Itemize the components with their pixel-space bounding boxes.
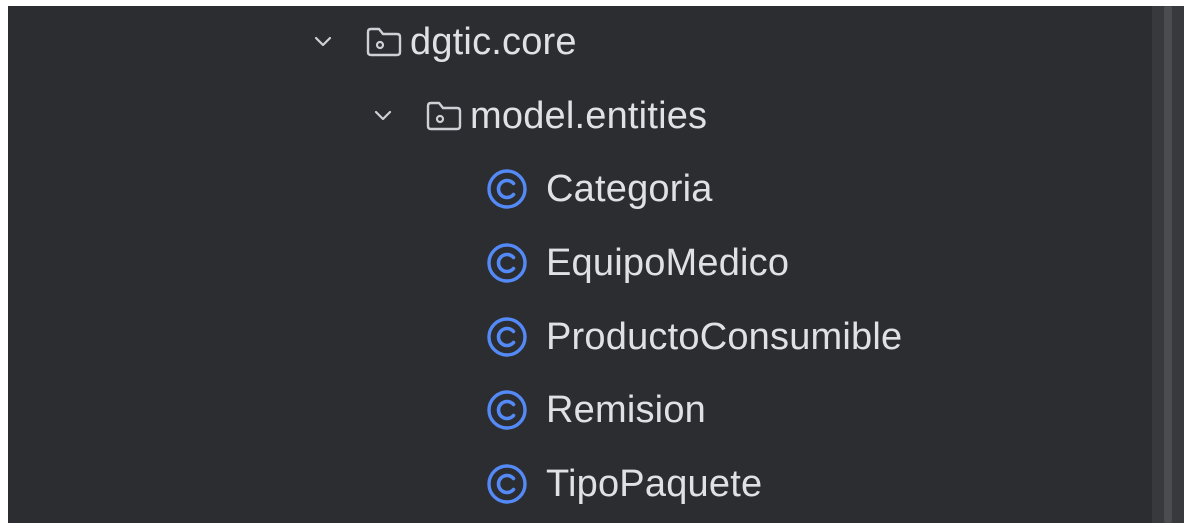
class-icon bbox=[486, 463, 528, 505]
tree-item-model-entities[interactable]: model.entities bbox=[372, 86, 707, 146]
chevron-down-icon[interactable] bbox=[372, 105, 394, 127]
package-folder-icon bbox=[424, 100, 464, 132]
tree-item-dgtic-core[interactable]: dgtic.core bbox=[312, 12, 577, 72]
scrollbar-thumb[interactable] bbox=[1164, 6, 1172, 523]
package-folder-icon bbox=[364, 26, 404, 58]
class-icon bbox=[486, 389, 528, 431]
class-label: Categoria bbox=[546, 168, 713, 210]
tree-item-class[interactable]: ProductoConsumible bbox=[486, 307, 902, 367]
tree-item-class[interactable]: Categoria bbox=[486, 159, 713, 219]
package-label: dgtic.core bbox=[410, 21, 577, 63]
class-icon bbox=[486, 316, 528, 358]
class-icon bbox=[486, 242, 528, 284]
tree-item-class[interactable]: TipoPaquete bbox=[486, 454, 762, 514]
package-label: model.entities bbox=[470, 95, 708, 137]
chevron-down-icon[interactable] bbox=[312, 31, 334, 53]
class-label: TipoPaquete bbox=[546, 463, 763, 505]
screenshot-border-right bbox=[1184, 0, 1194, 529]
tree-item-class[interactable]: EquipoMedico bbox=[486, 233, 789, 293]
class-icon bbox=[486, 168, 528, 210]
project-tree-panel: dgtic.core model.entities Categoria Equi… bbox=[0, 0, 1194, 529]
screenshot-border-left bbox=[0, 0, 8, 529]
class-label: ProductoConsumible bbox=[546, 316, 903, 358]
class-label: EquipoMedico bbox=[546, 242, 790, 284]
class-label: Remision bbox=[546, 389, 706, 431]
screenshot-border-top bbox=[0, 0, 1194, 6]
tree-item-class[interactable]: Remision bbox=[486, 380, 706, 440]
screenshot-border-bottom bbox=[0, 523, 1194, 529]
